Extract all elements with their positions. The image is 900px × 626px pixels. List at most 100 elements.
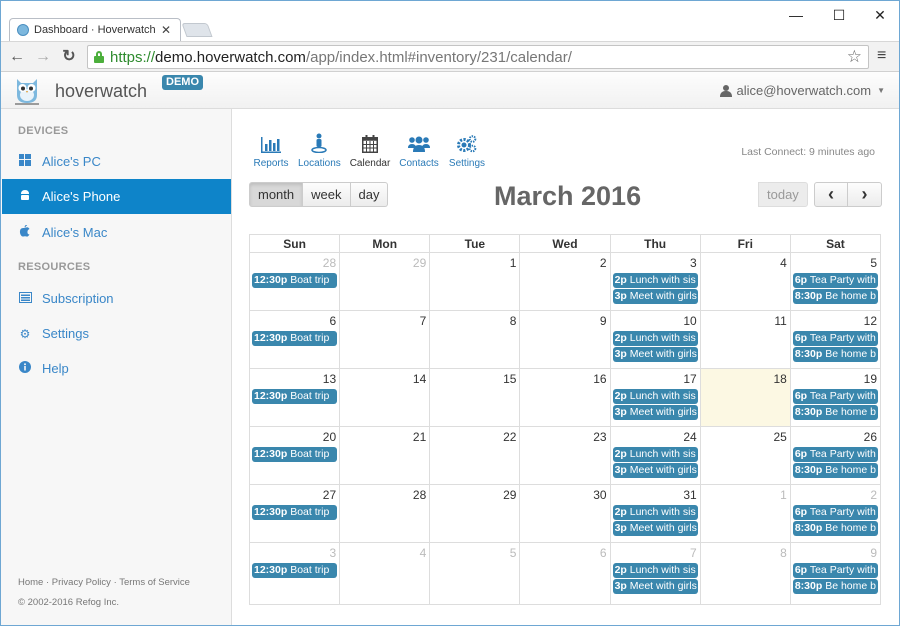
day-cell[interactable]: 1: [699, 484, 791, 543]
tool-locations[interactable]: Locations: [298, 131, 341, 169]
calendar-event[interactable]: 12:30p Boat trip: [252, 563, 338, 578]
day-cell[interactable]: 8: [699, 542, 791, 605]
tab-close-icon[interactable]: ✕: [159, 23, 173, 37]
back-button[interactable]: ←: [7, 46, 27, 68]
day-cell[interactable]: 25: [699, 426, 791, 485]
footer-link-privacy[interactable]: Privacy Policy: [52, 577, 111, 588]
sidebar-item-help[interactable]: Help: [2, 351, 231, 386]
new-tab-button[interactable]: [181, 23, 213, 37]
calendar-event[interactable]: 6p Tea Party with: [792, 447, 878, 462]
calendar-event[interactable]: 8:30p Be home b: [792, 405, 878, 420]
calendar-event[interactable]: 2p Lunch with sis: [612, 505, 698, 520]
day-cell[interactable]: 30: [519, 484, 611, 543]
calendar-event[interactable]: 12:30p Boat trip: [252, 389, 338, 404]
sidebar-item-subscription[interactable]: Subscription: [2, 281, 231, 316]
footer-link-terms[interactable]: Terms of Service: [119, 577, 190, 588]
calendar-event[interactable]: 8:30p Be home b: [792, 579, 878, 594]
tool-reports[interactable]: Reports: [253, 131, 289, 169]
bookmark-star-icon[interactable]: ☆: [847, 47, 862, 67]
calendar-event[interactable]: 3p Meet with girls: [612, 405, 698, 420]
prev-month-button[interactable]: ‹: [814, 182, 848, 207]
calendar-event[interactable]: 8:30p Be home b: [792, 347, 878, 362]
address-bar[interactable]: https:// demo.hoverwatch.com /app/index.…: [87, 45, 869, 69]
sidebar-item-alices-pc[interactable]: Alice's PC: [2, 144, 231, 179]
tool-calendar[interactable]: Calendar: [349, 131, 391, 169]
day-cell[interactable]: 14: [339, 368, 431, 427]
day-cell[interactable]: 29: [339, 252, 431, 311]
calendar-event[interactable]: 2p Lunch with sis: [612, 331, 698, 346]
calendar-event[interactable]: 12:30p Boat trip: [252, 505, 338, 520]
forward-button[interactable]: →: [33, 46, 53, 68]
today-button[interactable]: today: [758, 182, 808, 207]
day-cell[interactable]: 19 6p Tea Party with 8:30p Be home b: [789, 368, 882, 427]
day-cell[interactable]: 3 2p Lunch with sis 3p Meet with girls: [609, 252, 701, 311]
footer-link-home[interactable]: Home: [18, 577, 43, 588]
day-cell[interactable]: 4: [339, 542, 431, 605]
calendar-event[interactable]: 8:30p Be home b: [792, 289, 878, 304]
close-window-button[interactable]: ✕: [865, 5, 895, 25]
browser-menu-icon[interactable]: ≡: [877, 47, 886, 65]
day-cell[interactable]: 5 6p Tea Party with 8:30p Be home b: [789, 252, 882, 311]
calendar-event[interactable]: 12:30p Boat trip: [252, 273, 338, 288]
sidebar-item-settings[interactable]: ⚙ Settings: [2, 316, 231, 351]
day-cell-today[interactable]: 18: [699, 368, 791, 427]
day-cell[interactable]: 3 12:30p Boat trip: [248, 542, 341, 605]
calendar-event[interactable]: 3p Meet with girls: [612, 521, 698, 536]
calendar-event[interactable]: 6p Tea Party with: [792, 273, 878, 288]
calendar-event[interactable]: 3p Meet with girls: [612, 289, 698, 304]
day-cell[interactable]: 6: [519, 542, 611, 605]
calendar-event[interactable]: 8:30p Be home b: [792, 463, 878, 478]
tool-contacts[interactable]: Contacts: [399, 131, 439, 169]
calendar-event[interactable]: 3p Meet with girls: [612, 347, 698, 362]
day-cell[interactable]: 28 12:30p Boat trip: [248, 252, 341, 311]
calendar-event[interactable]: 2p Lunch with sis: [612, 389, 698, 404]
day-cell[interactable]: 7 2p Lunch with sis 3p Meet with girls: [609, 542, 701, 605]
day-cell[interactable]: 10 2p Lunch with sis 3p Meet with girls: [609, 310, 701, 369]
calendar-event[interactable]: 3p Meet with girls: [612, 579, 698, 594]
sidebar-item-alices-mac[interactable]: Alice's Mac: [2, 215, 231, 250]
view-month-button[interactable]: month: [249, 182, 304, 207]
calendar-event[interactable]: 12:30p Boat trip: [252, 447, 338, 462]
day-cell[interactable]: 24 2p Lunch with sis 3p Meet with girls: [609, 426, 701, 485]
day-cell[interactable]: 31 2p Lunch with sis 3p Meet with girls: [609, 484, 701, 543]
day-cell[interactable]: 1: [429, 252, 521, 311]
reload-button[interactable]: ↻: [59, 46, 79, 68]
day-cell[interactable]: 27 12:30p Boat trip: [248, 484, 341, 543]
day-cell[interactable]: 12 6p Tea Party with 8:30p Be home b: [789, 310, 882, 369]
day-cell[interactable]: 16: [519, 368, 611, 427]
day-cell[interactable]: 23: [519, 426, 611, 485]
day-cell[interactable]: 22: [429, 426, 521, 485]
day-cell[interactable]: 8: [429, 310, 521, 369]
calendar-event[interactable]: 2p Lunch with sis: [612, 447, 698, 462]
day-cell[interactable]: 11: [699, 310, 791, 369]
tool-settings[interactable]: Settings: [448, 131, 486, 169]
day-cell[interactable]: 15: [429, 368, 521, 427]
day-cell[interactable]: 9 6p Tea Party with 8:30p Be home b: [789, 542, 882, 605]
calendar-event[interactable]: 6p Tea Party with: [792, 389, 878, 404]
calendar-event[interactable]: 12:30p Boat trip: [252, 331, 338, 346]
day-cell[interactable]: 29: [429, 484, 521, 543]
day-cell[interactable]: 21: [339, 426, 431, 485]
calendar-event[interactable]: 2p Lunch with sis: [612, 273, 698, 288]
day-cell[interactable]: 2 6p Tea Party with 8:30p Be home b: [789, 484, 882, 543]
sidebar-item-alices-phone[interactable]: Alice's Phone: [2, 179, 231, 214]
day-cell[interactable]: 5: [429, 542, 521, 605]
day-cell[interactable]: 6 12:30p Boat trip: [248, 310, 341, 369]
day-cell[interactable]: 20 12:30p Boat trip: [248, 426, 341, 485]
user-menu[interactable]: alice@hoverwatch.com ▼: [720, 83, 885, 98]
day-cell[interactable]: 17 2p Lunch with sis 3p Meet with girls: [609, 368, 701, 427]
calendar-event[interactable]: 6p Tea Party with: [792, 505, 878, 520]
day-cell[interactable]: 7: [339, 310, 431, 369]
calendar-event[interactable]: 6p Tea Party with: [792, 563, 878, 578]
day-cell[interactable]: 28: [339, 484, 431, 543]
day-cell[interactable]: 9: [519, 310, 611, 369]
day-cell[interactable]: 4: [699, 252, 791, 311]
view-week-button[interactable]: week: [303, 182, 351, 207]
maximize-button[interactable]: ☐: [824, 5, 854, 25]
next-month-button[interactable]: ›: [848, 182, 882, 207]
browser-tab[interactable]: Dashboard · Hoverwatch ✕: [11, 18, 179, 41]
calendar-event[interactable]: 3p Meet with girls: [612, 463, 698, 478]
calendar-event[interactable]: 6p Tea Party with: [792, 331, 878, 346]
day-cell[interactable]: 26 6p Tea Party with 8:30p Be home b: [789, 426, 882, 485]
calendar-event[interactable]: 8:30p Be home b: [792, 521, 878, 536]
